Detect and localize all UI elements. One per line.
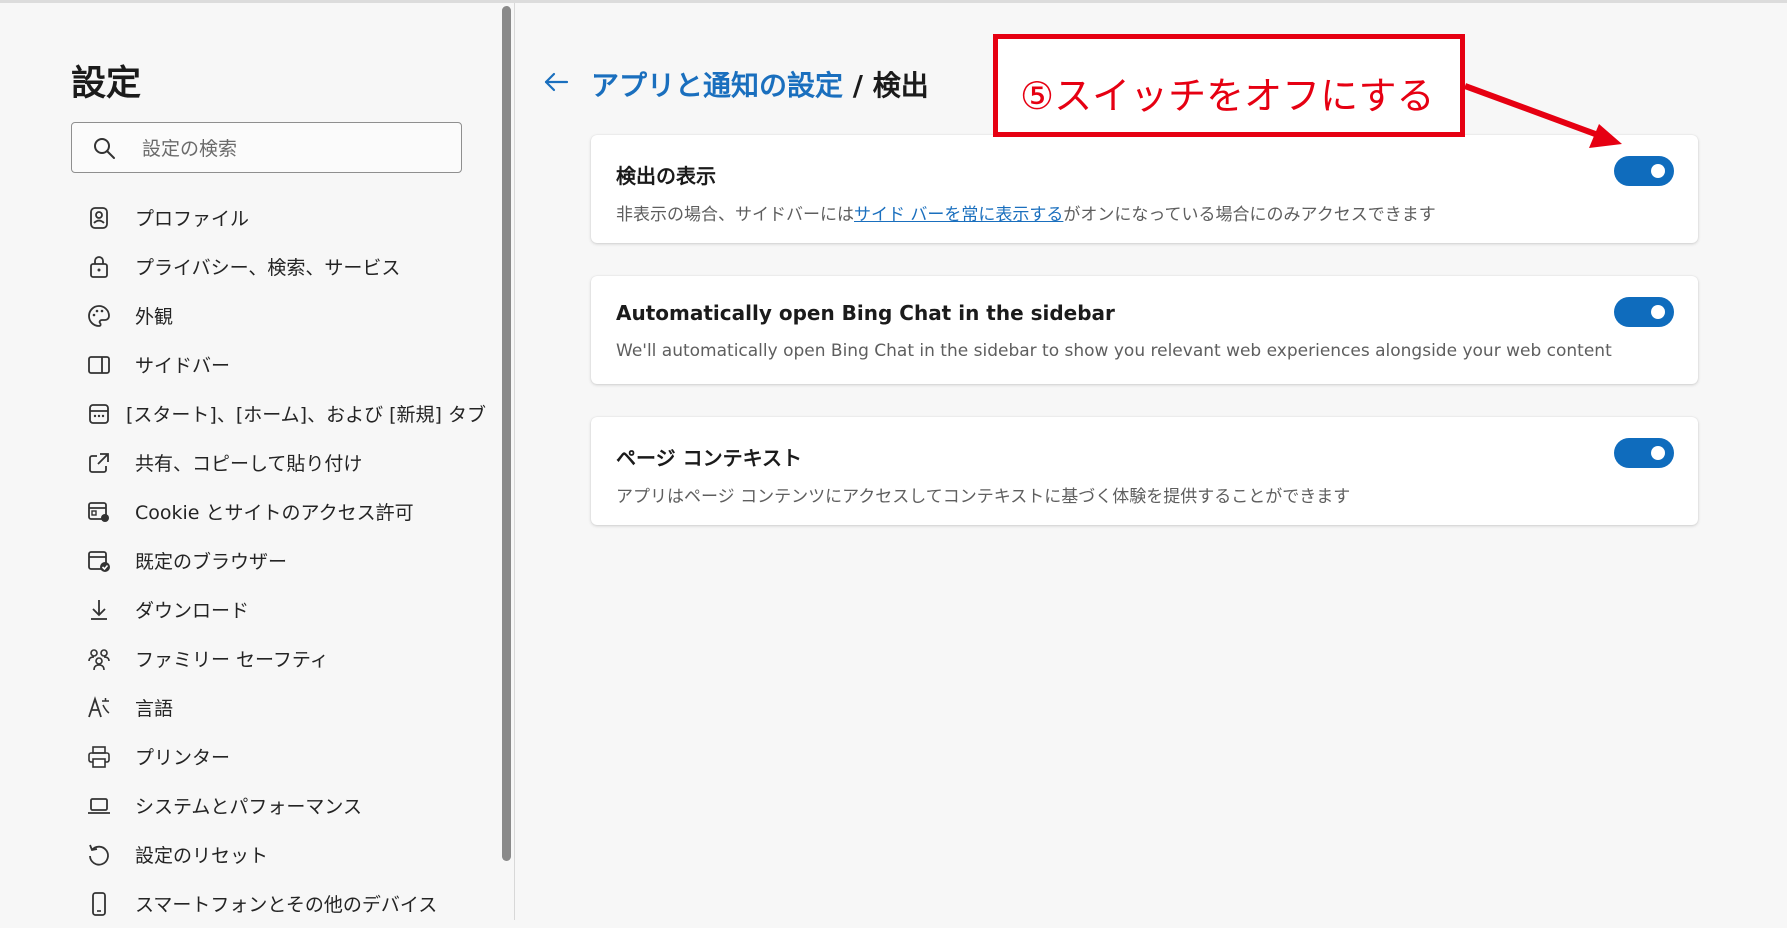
sidebar-item-label: 共有、コピーして貼り付け xyxy=(135,453,363,475)
sidebar-item-label: 既定のブラウザー xyxy=(135,551,288,573)
share-icon xyxy=(86,450,122,476)
sidebar-item-downloads[interactable]: ダウンロード xyxy=(86,585,486,634)
scrollbar-thumb[interactable] xyxy=(502,6,511,861)
breadcrumb: アプリと通知の設定 / 検出 xyxy=(591,64,929,104)
description-text: 非表示の場合、サイドバーには xyxy=(616,205,854,225)
site-permissions-icon xyxy=(86,499,122,525)
sidebar-item-label: ダウンロード xyxy=(135,600,250,622)
profile-icon xyxy=(86,205,122,231)
show-discover-toggle[interactable] xyxy=(1614,156,1674,186)
sidebar-item-label: プライバシー、検索、サービス xyxy=(135,257,401,279)
sidebar-item-label: Cookie とサイトのアクセス許可 xyxy=(135,502,414,524)
instruction-callout-box: ⑤スイッチをオフにする xyxy=(993,34,1465,137)
setting-card-show-discover: 検出の表示 非表示の場合、サイドバーにはサイド バーを常に表示するがオンになって… xyxy=(591,135,1698,243)
setting-description: 非表示の場合、サイドバーにはサイド バーを常に表示するがオンになっている場合にの… xyxy=(616,200,1436,225)
auto-open-bing-chat-toggle[interactable] xyxy=(1614,297,1674,327)
sidebar-item-default-browser[interactable]: 既定のブラウザー xyxy=(86,536,486,585)
toggle-knob xyxy=(1651,305,1665,319)
sidebar-item-printers[interactable]: プリンター xyxy=(86,732,486,781)
default-browser-icon xyxy=(86,548,122,574)
sidebar-scrollbar[interactable] xyxy=(501,3,513,920)
breadcrumb-parent-link[interactable]: アプリと通知の設定 xyxy=(591,69,843,102)
sidebar-item-languages[interactable]: 言語 xyxy=(86,683,486,732)
sidebar-item-family[interactable]: ファミリー セーフティ xyxy=(86,634,486,683)
sidebar-item-label: サイドバー xyxy=(135,355,231,377)
settings-nav-list: プロファイル プライバシー、検索、サービス 外観 サイドバー [スタート]、[ホ… xyxy=(86,193,486,928)
home-tab-icon xyxy=(86,401,113,427)
page-title: 検出 xyxy=(872,69,929,102)
laptop-icon xyxy=(86,793,122,819)
page-context-toggle[interactable] xyxy=(1614,438,1674,468)
sidebar-item-reset[interactable]: 設定のリセット xyxy=(86,830,486,879)
search-icon xyxy=(94,138,115,159)
setting-title: 検出の表示 xyxy=(616,164,716,188)
setting-description: アプリはページ コンテンツにアクセスしてコンテキストに基づく体験を提供することが… xyxy=(616,487,1351,507)
setting-title: ページ コンテキスト xyxy=(616,446,802,470)
sidebar-item-label: プロファイル xyxy=(135,208,250,230)
sidebar-title: 設定 xyxy=(71,64,142,104)
sidebar-item-system[interactable]: システムとパフォーマンス xyxy=(86,781,486,830)
sidebar-item-label: プリンター xyxy=(135,747,231,769)
sidebar-item-label: 言語 xyxy=(135,698,174,720)
language-icon xyxy=(86,695,122,721)
sidebar-item-label: システムとパフォーマンス xyxy=(135,796,363,818)
sidebar-item-cookies[interactable]: Cookie とサイトのアクセス許可 xyxy=(86,487,486,536)
settings-search-box[interactable] xyxy=(71,122,462,173)
setting-title: Automatically open Bing Chat in the side… xyxy=(616,301,1115,325)
sidebar-item-new-tab[interactable]: [スタート]、[ホーム]、および [新規] タブ xyxy=(86,389,486,438)
reset-icon xyxy=(86,842,122,868)
sidebar-item-label: ファミリー セーフティ xyxy=(135,649,329,671)
setting-card-page-context: ページ コンテキスト アプリはページ コンテンツにアクセスしてコンテキストに基づ… xyxy=(591,417,1698,525)
sidebar-item-label: スマートフォンとその他のデバイス xyxy=(135,894,438,916)
always-show-sidebar-link[interactable]: サイド バーを常に表示する xyxy=(854,205,1063,225)
sidebar-item-label: [スタート]、[ホーム]、および [新規] タブ xyxy=(126,404,486,426)
toggle-knob xyxy=(1651,446,1665,460)
settings-sidebar: 設定 プロファイル プライバシー、検索、サービス 外観 xyxy=(0,3,500,920)
printer-icon xyxy=(86,744,122,770)
family-icon xyxy=(86,646,122,672)
breadcrumb-separator: / xyxy=(843,69,873,102)
setting-description: We'll automatically open Bing Chat in th… xyxy=(616,341,1612,361)
instruction-callout-text: ⑤スイッチをオフにする xyxy=(1020,74,1435,118)
sidebar-item-label: 設定のリセット xyxy=(135,845,269,867)
sidebar-item-phone[interactable]: スマートフォンとその他のデバイス xyxy=(86,879,486,928)
sidebar-item-sidebar[interactable]: サイドバー xyxy=(86,340,486,389)
description-text: がオンになっている場合にのみアクセスできます xyxy=(1063,205,1436,225)
download-icon xyxy=(86,597,122,623)
sidebar-item-share[interactable]: 共有、コピーして貼り付け xyxy=(86,438,486,487)
toggle-knob xyxy=(1651,164,1665,178)
setting-card-auto-open-bing-chat: Automatically open Bing Chat in the side… xyxy=(591,276,1698,384)
phone-icon xyxy=(86,891,122,917)
sidebar-item-privacy[interactable]: プライバシー、検索、サービス xyxy=(86,242,486,291)
search-input[interactable] xyxy=(140,132,444,166)
sidebar-item-profile[interactable]: プロファイル xyxy=(86,193,486,242)
back-arrow-icon[interactable] xyxy=(540,66,572,98)
pane-divider xyxy=(514,3,515,920)
sidebar-item-appearance[interactable]: 外観 xyxy=(86,291,486,340)
sidebar-icon xyxy=(86,352,122,378)
palette-icon xyxy=(86,303,122,329)
sidebar-item-label: 外観 xyxy=(135,306,174,328)
lock-icon xyxy=(86,254,122,280)
